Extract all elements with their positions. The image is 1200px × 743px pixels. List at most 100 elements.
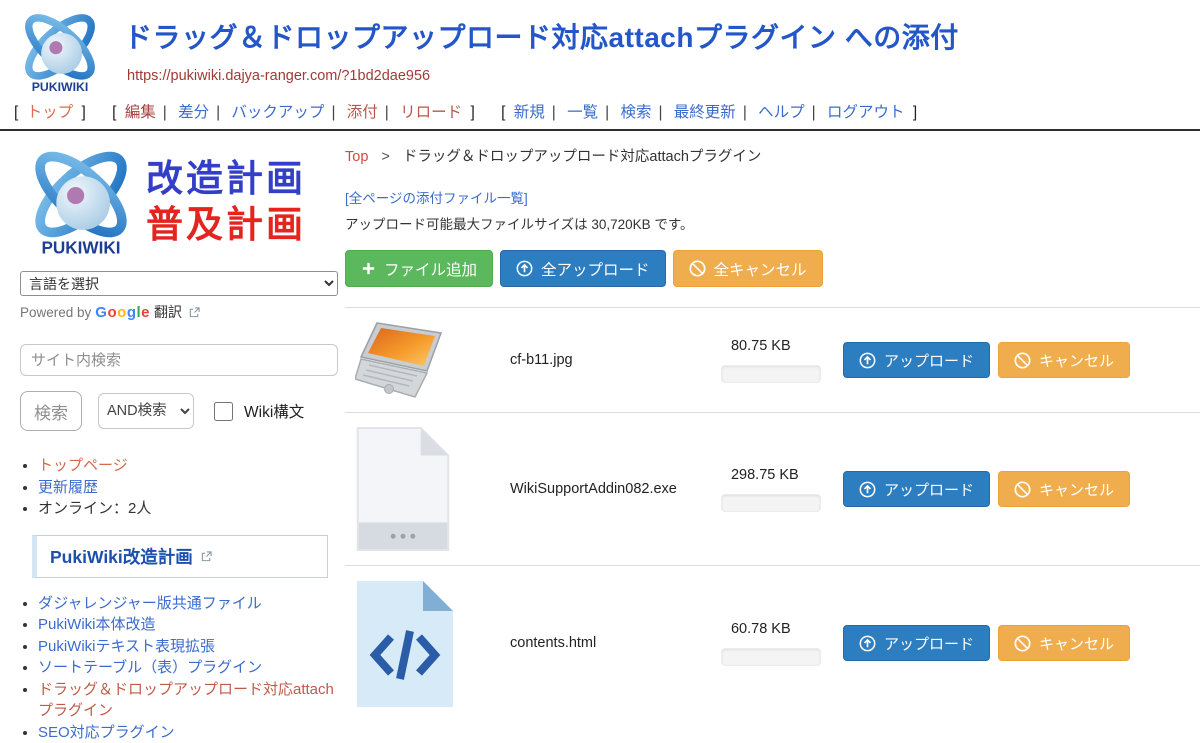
page-header: PUKIWIKI ドラッグ＆ドロップアップロード対応attachプラグイン への… [0,0,1200,97]
ban-icon [1014,635,1031,652]
nav-item-backup[interactable]: バックアップ [231,104,324,121]
file-row: cf-b11.jpg 80.75 KB アップロード キャンセル [345,307,1200,412]
ban-icon [1014,481,1031,498]
breadcrumb: Top > ドラッグ＆ドロップアップロード対応attachプラグイン [345,145,1200,166]
top-navbar: [ トップ ] [ 編集 | 差分 | バックアップ | 添付 | リロード ] [ 新… [0,97,1200,129]
file-name: contents.html [455,635,721,651]
nav-item-diff[interactable]: 差分 [178,104,209,121]
nav-separator: | [552,104,556,121]
upload-all-button[interactable]: 全アップロード [500,250,666,287]
nav-separator: | [658,104,662,121]
upload-progress-bar [721,494,821,512]
nav-item-logout[interactable]: ログアウト [827,104,905,121]
upload-actions-toolbar: ファイル追加 全アップロード 全キャンセル [345,250,1200,287]
upload-button[interactable]: アップロード [843,471,990,507]
nav-item-edit[interactable]: 編集 [125,104,156,121]
sidebar-item-sort-table[interactable]: ソートテーブル（表）プラグイン [38,659,262,676]
nav-bracket: [ [112,104,116,121]
upload-icon [859,481,876,498]
list-item: ダジャレンジャー版共通ファイル [38,593,345,615]
all-attachments-link[interactable]: [全ページの添付ファイル一覧] [345,187,528,207]
nav-bracket: ] [470,104,474,121]
upload-icon [859,635,876,652]
add-files-button[interactable]: ファイル追加 [345,250,493,287]
nav-bracket: [ [14,104,18,121]
sidebar-item-body-mod[interactable]: PukiWiki本体改造 [38,616,156,633]
upload-progress-bar [721,365,821,383]
search-button[interactable]: 検索 [20,391,82,431]
sidebar-item-text-ext[interactable]: PukiWikiテキスト表現拡張 [38,638,215,655]
nav-separator: | [331,104,335,121]
sidebar-item-common-files[interactable]: ダジャレンジャー版共通ファイル [38,595,262,612]
list-item: PukiWikiテキスト表現拡張 [38,636,345,658]
ban-icon [689,260,706,277]
powered-by-label: Powered by [20,305,91,320]
pukiwiki-logo-icon[interactable]: PUKIWIKI [14,6,106,96]
sidebar-item-toppage[interactable]: トップページ [38,457,128,474]
wiki-syntax-checkbox[interactable] [214,402,233,421]
laptop-thumbnail [355,321,455,399]
html-file-icon [355,579,455,707]
list-item: 更新履歴 [38,477,345,499]
cancel-button[interactable]: キャンセル [998,342,1130,378]
ban-icon [1014,352,1031,369]
sidebar-box-title: PukiWiki改造計画 [50,544,193,569]
nav-item-help[interactable]: ヘルプ [758,104,805,121]
nav-separator: | [812,104,816,121]
upload-icon [516,260,533,277]
sidebar-links-secondary: ダジャレンジャー版共通ファイル PukiWiki本体改造 PukiWikiテキス… [38,593,345,743]
sidebar-item-history[interactable]: 更新履歴 [38,479,98,496]
page-url-link[interactable]: https://pukiwiki.dajya-ranger.com/?1bd2d… [127,68,430,84]
file-row: contents.html 60.78 KB アップロード キャンセル [345,565,1200,720]
cancel-button[interactable]: キャンセル [998,471,1130,507]
breadcrumb-current: ドラッグ＆ドロップアップロード対応attachプラグイン [403,149,762,165]
file-name: WikiSupportAddin082.exe [455,481,721,497]
nav-item-list[interactable]: 一覧 [567,104,598,121]
site-search-input[interactable] [20,344,338,376]
nav-item-attach[interactable]: 添付 [347,104,378,121]
nav-item-top[interactable]: トップ [27,104,74,121]
list-item: オンライン：2人 [38,498,345,520]
translate-link[interactable]: 翻訳 [154,302,182,322]
nav-item-new[interactable]: 新規 [514,104,545,121]
nav-separator: | [385,104,389,121]
nav-bracket: ] [81,104,85,121]
banner-line2: 普及計画 [146,202,306,248]
nav-separator: | [743,104,747,121]
wiki-syntax-label: Wiki構文 [244,400,304,422]
list-item: ソートテーブル（表）プラグイン [38,657,345,679]
banner-line1: 改造計画 [146,156,306,202]
file-size: 80.75 KB [721,338,831,354]
search-mode-select[interactable]: AND検索 [98,393,194,429]
nav-separator: | [163,104,167,121]
sidebar-item-seo-plugin[interactable]: SEO対応プラグイン [38,724,175,741]
svg-text:PUKIWIKI: PUKIWIKI [32,80,89,94]
upload-queue: cf-b11.jpg 80.75 KB アップロード キャンセル [345,307,1200,720]
file-size: 298.75 KB [721,467,831,483]
search-controls: 検索 AND検索 Wiki構文 [20,391,345,431]
pukiwiki-atom-icon: PUKIWIKI [20,143,142,261]
nav-bracket: [ [501,104,505,121]
file-row: WikiSupportAddin082.exe 298.75 KB アップロード… [345,412,1200,565]
sidebar-banner[interactable]: PUKIWIKI 改造計画 普及計画 [20,143,338,261]
breadcrumb-home-link[interactable]: Top [345,149,368,165]
list-item: トップページ [38,455,345,477]
banner-text: 改造計画 普及計画 [146,156,306,249]
sidebar-item-dnd-attach[interactable]: ドラッグ＆ドロップアップロード対応attachプラグイン [38,681,334,720]
nav-item-reload[interactable]: リロード [400,104,462,121]
nav-bracket: ] [913,104,917,121]
file-size: 60.78 KB [721,621,831,637]
cancel-all-button[interactable]: 全キャンセル [673,250,823,287]
upload-progress-bar [721,648,821,666]
upload-button[interactable]: アップロード [843,625,990,661]
online-count: オンライン：2人 [38,500,151,517]
nav-item-search[interactable]: 検索 [620,104,651,121]
cancel-button[interactable]: キャンセル [998,625,1130,661]
sidebar-links-primary: トップページ 更新履歴 オンライン：2人 [38,455,345,520]
nav-item-recent[interactable]: 最終更新 [674,104,736,121]
upload-button[interactable]: アップロード [843,342,990,378]
sidebar: PUKIWIKI 改造計画 普及計画 言語を選択 Powered by Goog… [0,131,345,743]
max-filesize-note: アップロード可能最大ファイルサイズは 30,720KB です。 [345,213,1200,233]
sidebar-box-pukiwiki-kaizou[interactable]: PukiWiki改造計画 [32,535,328,578]
language-select[interactable]: 言語を選択 [20,271,338,296]
